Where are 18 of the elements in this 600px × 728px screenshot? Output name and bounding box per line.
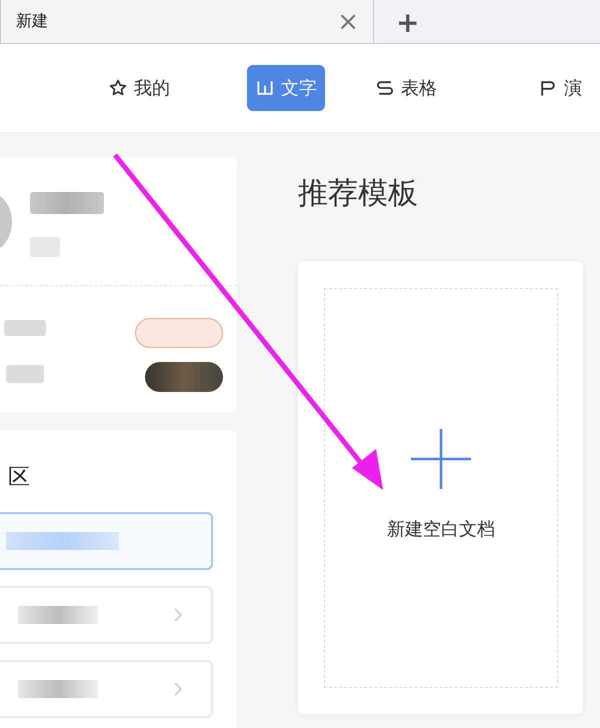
nav-tab[interactable]: 表格 [367, 65, 445, 111]
tile-label: 新建空白文档 [387, 518, 495, 541]
chevron-icon [173, 607, 183, 623]
chevron-icon [173, 681, 183, 697]
nav-tab[interactable]: 我的 [100, 65, 178, 111]
blurred-text [6, 365, 44, 383]
plus-icon [411, 429, 471, 489]
section-title: 推荐模板 [298, 175, 419, 213]
browser-tab[interactable]: 新建 × [0, 0, 374, 43]
list-item[interactable] [0, 512, 213, 570]
star-icon [108, 78, 128, 98]
section-title: 区 [8, 464, 31, 492]
nav-tab[interactable]: 文字 [247, 65, 325, 111]
new-tab-button[interactable]: + [396, 9, 420, 37]
blurred-text [4, 320, 46, 336]
nav-tab[interactable]: 演 [530, 65, 590, 111]
tab-title: 新建 [16, 11, 48, 32]
close-icon[interactable]: × [337, 8, 359, 34]
